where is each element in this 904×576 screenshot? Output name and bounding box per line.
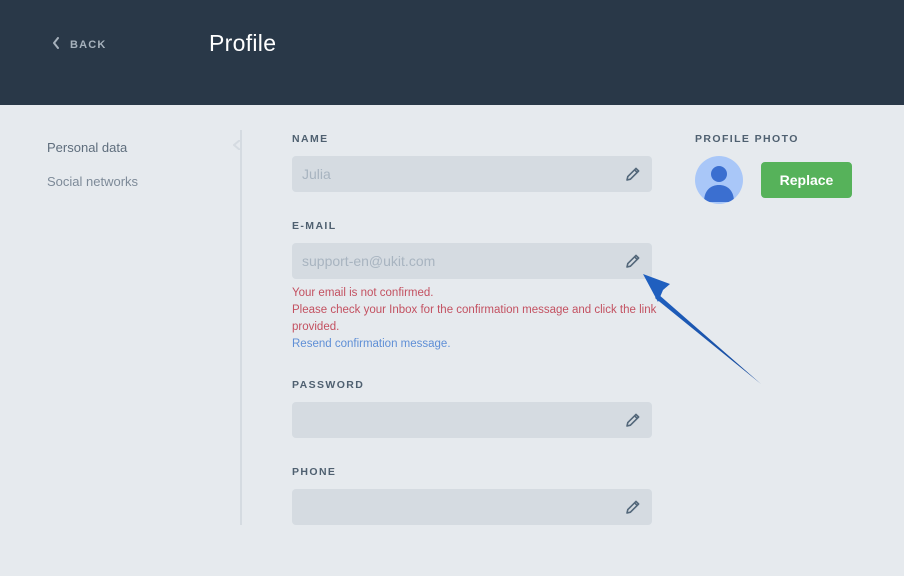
email-error-message: Your email is not confirmed. Please chec… [292, 285, 662, 353]
password-field[interactable] [292, 402, 652, 438]
email-label: E-MAIL [292, 220, 337, 232]
email-error-line2: Please check your Inbox for the confirma… [292, 304, 657, 333]
back-button[interactable]: BACK [52, 36, 107, 54]
sidebar-divider [240, 130, 242, 525]
phone-label: PHONE [292, 466, 337, 478]
resend-confirmation-link[interactable]: Resend confirmation message. [292, 336, 662, 353]
sidebar-item-social-networks[interactable]: Social networks [47, 174, 138, 189]
sidebar-item-personal-data[interactable]: Personal data [47, 140, 138, 155]
user-silhouette-icon [704, 166, 734, 202]
edit-email-pencil-icon[interactable] [624, 252, 642, 270]
name-label: NAME [292, 133, 329, 145]
email-field[interactable]: support-en@ukit.com [292, 243, 652, 279]
password-label: PASSWORD [292, 379, 365, 391]
name-value: Julia [302, 166, 331, 182]
back-label: BACK [70, 39, 107, 51]
sidebar: Personal data Social networks [47, 140, 138, 208]
email-error-line1: Your email is not confirmed. [292, 287, 434, 299]
profile-photo-label: PROFILE PHOTO [695, 133, 799, 145]
top-header: BACK Profile [0, 0, 904, 105]
edit-name-pencil-icon[interactable] [624, 165, 642, 183]
page-title: Profile [209, 30, 277, 56]
active-indicator-notch [233, 140, 241, 150]
edit-phone-pencil-icon[interactable] [624, 498, 642, 516]
edit-password-pencil-icon[interactable] [624, 411, 642, 429]
email-value: support-en@ukit.com [302, 253, 436, 269]
avatar[interactable] [695, 156, 743, 204]
replace-photo-button[interactable]: Replace [761, 162, 852, 198]
chevron-left-icon [52, 36, 60, 54]
name-field[interactable]: Julia [292, 156, 652, 192]
phone-field[interactable] [292, 489, 652, 525]
